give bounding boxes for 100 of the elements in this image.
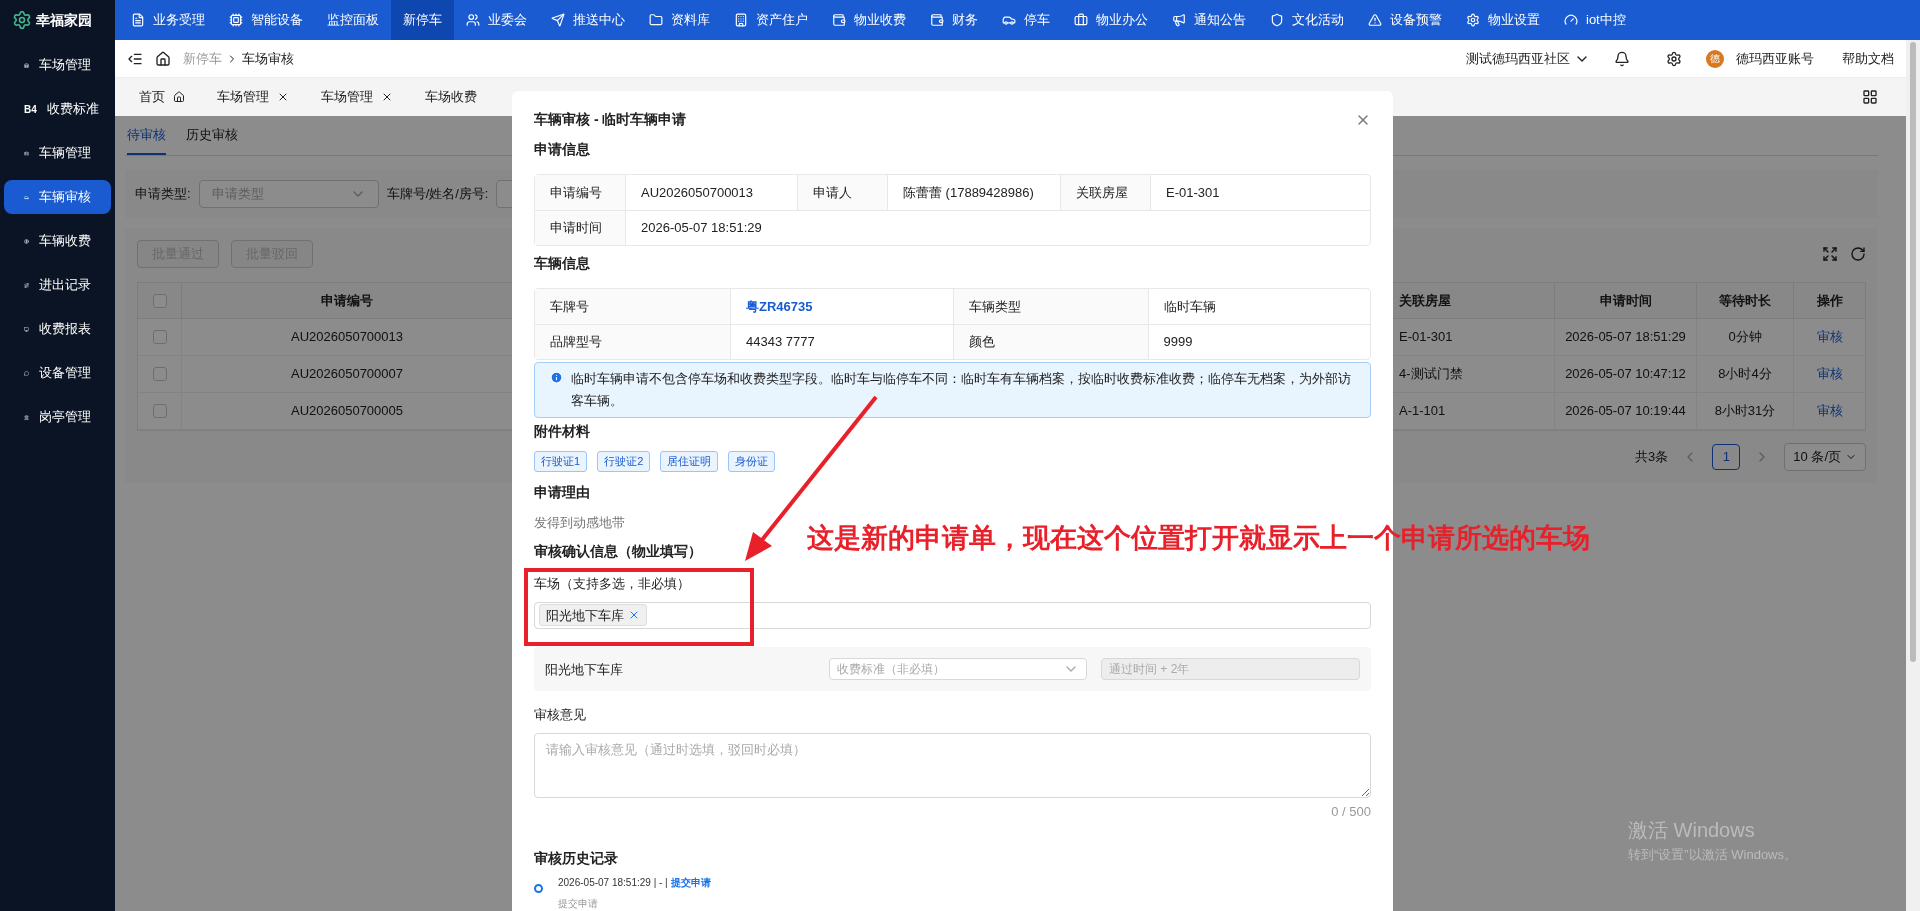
section-title: 审核历史记录 <box>534 849 619 868</box>
close-icon[interactable] <box>277 91 289 103</box>
column-header: 操作 <box>1816 291 1843 310</box>
sidebar-item[interactable]: 设备管理 <box>4 356 111 390</box>
top-nav-item[interactable]: 物业设置 <box>1454 0 1552 40</box>
sidebar-item[interactable]: 岗亭管理 <box>4 400 111 434</box>
field-value: 44343 7777 <box>746 333 815 352</box>
table-cell-text: AU2026050700013 <box>290 328 404 347</box>
nav-icon <box>1172 13 1186 27</box>
top-nav-item[interactable]: 物业收费 <box>820 0 918 40</box>
attachment-tag[interactable]: 行驶证1 <box>534 451 588 472</box>
page-tab[interactable]: 车场收费 <box>409 78 493 116</box>
history-action-link[interactable]: 提交申请 <box>670 877 711 888</box>
community-select[interactable]: 测试德玛西亚社区 <box>1466 48 1590 69</box>
field-value: E-01-301 <box>1166 183 1220 202</box>
annotation-text: 这是新的申请单，现在这个位置打开就显示上一个申请所选的车场 <box>807 522 1590 555</box>
top-nav-item[interactable]: 停车 <box>990 0 1062 40</box>
field-label: 申请人 <box>813 183 852 202</box>
selected-tag[interactable]: 阳光地下车库 <box>539 604 647 627</box>
checkbox[interactable] <box>152 293 167 308</box>
avatar[interactable]: 德 <box>1706 49 1724 68</box>
nav-icon <box>1270 13 1284 27</box>
top-nav-item[interactable]: 通知公告 <box>1160 0 1258 40</box>
tab[interactable]: 待审核 <box>127 116 166 155</box>
help-link[interactable]: 帮助文档 <box>1842 48 1894 69</box>
page-size-select[interactable]: 10 条/页 <box>1784 443 1866 471</box>
top-nav-item[interactable]: 业务受理 <box>119 0 217 40</box>
top-nav-item[interactable]: 资料库 <box>637 0 722 40</box>
table-cell-text: AU2026050700007 <box>290 365 404 384</box>
section-title: 申请理由 <box>534 482 591 502</box>
attachment-tag[interactable]: 居住证明 <box>660 451 719 472</box>
settings-icon[interactable] <box>1666 50 1682 67</box>
field-label: 品牌型号 <box>550 333 602 352</box>
field-label: 车辆类型 <box>968 297 1021 316</box>
column-header: 申请编号 <box>321 291 373 310</box>
filter-label: 申请类型: <box>135 185 191 204</box>
home-icon[interactable] <box>155 50 171 67</box>
checkbox[interactable] <box>152 404 167 418</box>
tab[interactable]: 历史审核 <box>186 116 238 155</box>
top-nav-item[interactable]: 监控面板 <box>315 0 391 40</box>
top-nav-item[interactable]: iot中控 <box>1552 0 1638 40</box>
column-header: 等待时长 <box>1719 291 1771 310</box>
page-tab[interactable]: 车场管理 <box>201 78 305 116</box>
sidebar-item[interactable]: 收费报表 <box>4 312 111 346</box>
sidebar-icon-text: B4 <box>24 102 37 117</box>
multi-select-field[interactable]: 阳光地下车库 <box>534 601 1371 630</box>
field-value: 陈蕾蕾 (17889428986) <box>903 183 1034 202</box>
section-title: 车辆信息 <box>534 254 591 273</box>
sidebar-item[interactable]: 车辆收费 <box>4 224 111 258</box>
field-label: 关联房屋 <box>1076 183 1128 202</box>
nav-icon <box>1564 13 1578 27</box>
table-cell-text: 2026-05-07 10:47:12 <box>1565 365 1686 384</box>
close-icon[interactable] <box>381 91 393 103</box>
nav-icon <box>466 13 480 27</box>
sidebar-item[interactable]: 车辆管理 <box>4 136 111 170</box>
review-link[interactable]: 审核 <box>1816 401 1843 421</box>
nav-icon <box>551 13 565 27</box>
attachment-tag[interactable]: 行驶证2 <box>597 451 651 472</box>
sidebar-item[interactable]: B4 收费标准 <box>4 92 111 126</box>
grid-icon[interactable] <box>1862 89 1878 105</box>
field-value: AU2026050700013 <box>641 183 754 202</box>
checkbox[interactable] <box>152 367 167 381</box>
review-link[interactable]: 审核 <box>1816 327 1843 347</box>
field-label: 车场（支持多选，非必填） <box>534 575 691 593</box>
reason-text: 发得到动感地带 <box>534 513 625 532</box>
sidebar-item[interactable]: 车辆审核 <box>4 180 111 214</box>
page-tab[interactable]: 车场管理 <box>305 78 409 116</box>
account-name[interactable]: 德玛西亚账号 <box>1736 48 1814 69</box>
table-cell-text: AU2026050700005 <box>290 402 404 421</box>
sidebar-item[interactable]: 进出记录 <box>4 268 111 302</box>
page-number[interactable]: 1 <box>1712 444 1741 470</box>
nav-icon <box>229 13 243 27</box>
top-nav-item[interactable]: 文化活动 <box>1258 0 1356 40</box>
home-icon <box>173 91 185 103</box>
attachment-tag[interactable]: 身份证 <box>728 451 776 472</box>
notification-icon[interactable] <box>1614 50 1630 67</box>
lot-name: 阳光地下车库 <box>545 660 624 679</box>
top-nav-item[interactable]: 智能设备 <box>217 0 315 40</box>
field-label: 颜色 <box>968 333 995 352</box>
checkbox[interactable] <box>152 330 167 344</box>
field-value: 2026-05-07 18:51:29 <box>641 219 762 238</box>
refresh-icon[interactable] <box>1850 246 1866 262</box>
nav-icon <box>1074 13 1088 27</box>
top-nav-item[interactable]: 业委会 <box>454 0 539 40</box>
table-cell-text: 0分钟 <box>1728 328 1762 347</box>
review-link[interactable]: 审核 <box>1816 364 1843 384</box>
top-nav-item[interactable]: 财务 <box>918 0 990 40</box>
top-nav-item[interactable]: 推送中心 <box>539 0 637 40</box>
sidebar-item[interactable]: 车场管理 <box>4 48 111 82</box>
page-tab[interactable]: 首页 <box>123 78 201 116</box>
top-nav-item[interactable]: 资产住户 <box>722 0 820 40</box>
column-header: 关联房屋 <box>1399 291 1451 310</box>
table-cell-text: 8小时4分 <box>1718 365 1772 384</box>
opinion-textarea[interactable]: 请输入审核意见（通过时选填，驳回时必填） <box>534 732 1371 799</box>
plate-link[interactable]: 粤ZR46735 <box>746 296 813 317</box>
top-nav-item[interactable]: 设备预警 <box>1356 0 1454 40</box>
top-nav-item[interactable]: 新停车 <box>391 0 454 40</box>
field-label: 审核意见 <box>534 706 587 725</box>
top-nav-item[interactable]: 物业办公 <box>1062 0 1160 40</box>
fullscreen-icon[interactable] <box>1822 246 1838 262</box>
